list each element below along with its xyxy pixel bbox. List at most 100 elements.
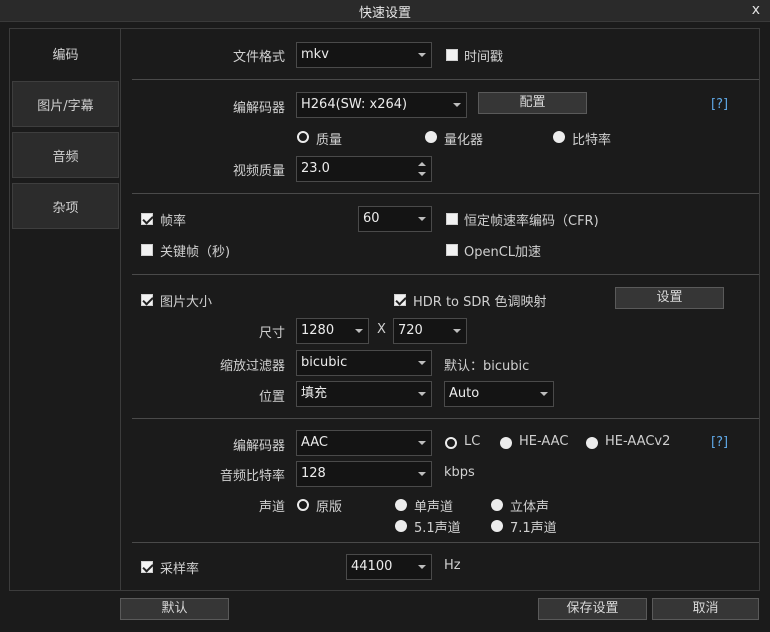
file-format-label: 文件格式 (232, 50, 285, 65)
position-auto-select[interactable]: Auto (444, 381, 554, 407)
chevron-down-icon (418, 472, 426, 476)
video-codec-value: H264(SW: x264) (301, 97, 408, 112)
sidebar-divider (120, 29, 121, 590)
chevron-down-icon (540, 392, 548, 396)
sidebar-item-encoding[interactable]: 编码 (12, 30, 119, 76)
channel-mono-radio[interactable] (395, 499, 407, 511)
mode-quantizer-label: 量化器 (444, 133, 484, 148)
mode-quality-radio[interactable] (297, 131, 309, 143)
save-settings-button[interactable]: 保存设置 (538, 598, 647, 620)
sidebar-item-label: 音频 (52, 149, 79, 165)
framerate-label: 帧率 (160, 214, 187, 229)
scale-filter-default: 默认：bicubic (444, 359, 530, 374)
channel-original-radio[interactable] (297, 499, 309, 511)
video-quality-value: 23.0 (301, 161, 330, 176)
chevron-up-icon[interactable] (418, 162, 426, 166)
scale-filter-value: bicubic (301, 355, 348, 370)
sidebar-item-label: 编码 (52, 47, 79, 63)
divider (132, 274, 759, 275)
chevron-down-icon (453, 103, 461, 107)
chevron-down-icon (418, 361, 426, 365)
channel-7-1-label: 7.1声道 (510, 521, 557, 536)
profile-he-aac-radio[interactable] (500, 437, 512, 449)
mode-bitrate-radio[interactable] (553, 131, 565, 143)
profile-he-aac-label: HE-AAC (519, 434, 569, 449)
samplerate-checkbox[interactable] (141, 561, 153, 573)
framerate-select[interactable]: 60 (358, 206, 432, 232)
channel-stereo-label: 立体声 (510, 500, 550, 515)
profile-lc-radio[interactable] (445, 437, 457, 449)
cfr-label: 恒定帧速率编码（CFR) (464, 214, 599, 229)
window-title: 快速设置 (358, 6, 411, 21)
scale-filter-label: 缩放过滤器 (219, 359, 285, 374)
audio-bitrate-select[interactable]: 128 (296, 461, 432, 487)
audio-codec-label: 编解码器 (232, 439, 285, 454)
channel-label: 声道 (258, 500, 285, 515)
width-select[interactable]: 1280 (296, 318, 369, 344)
scale-filter-select[interactable]: bicubic (296, 350, 432, 376)
channel-5-1-label: 5.1声道 (414, 521, 461, 536)
chevron-down-icon (418, 217, 426, 221)
sidebar-item-label: 图片/字幕 (37, 98, 94, 114)
position-auto-value: Auto (449, 386, 480, 401)
sidebar-item-audio[interactable]: 音频 (12, 132, 119, 178)
channel-7-1-radio[interactable] (491, 520, 503, 532)
chevron-down-icon (418, 441, 426, 445)
channel-original-label: 原版 (316, 500, 343, 515)
height-select[interactable]: 720 (393, 318, 467, 344)
audio-codec-value: AAC (301, 435, 328, 450)
chevron-down-icon (418, 53, 426, 57)
divider (132, 79, 759, 80)
mode-quality-label: 质量 (316, 133, 343, 148)
default-button[interactable]: 默认 (120, 598, 229, 620)
timestamp-label: 时间戳 (464, 50, 504, 65)
profile-he-aacv2-radio[interactable] (586, 437, 598, 449)
framerate-value: 60 (363, 211, 380, 226)
mode-quantizer-radio[interactable] (425, 131, 437, 143)
opencl-label: OpenCL加速 (464, 245, 542, 260)
cfr-checkbox[interactable] (446, 213, 458, 225)
video-quality-label: 视频质量 (232, 164, 285, 179)
timestamp-checkbox[interactable] (446, 49, 458, 61)
audio-bitrate-value: 128 (301, 466, 326, 481)
keyframe-label: 关键帧（秒) (160, 245, 231, 260)
sidebar-item-misc[interactable]: 杂项 (12, 183, 119, 229)
samplerate-unit: Hz (444, 558, 461, 573)
channel-stereo-radio[interactable] (491, 499, 503, 511)
audio-bitrate-label: 音频比特率 (219, 469, 285, 484)
channel-5-1-radio[interactable] (395, 520, 407, 532)
video-codec-label: 编解码器 (232, 101, 285, 116)
framerate-checkbox[interactable] (141, 213, 153, 225)
file-format-value: mkv (301, 47, 329, 62)
file-format-select[interactable]: mkv (296, 42, 432, 68)
position-value: 填充 (301, 386, 328, 401)
mode-bitrate-label: 比特率 (572, 133, 612, 148)
keyframe-checkbox[interactable] (141, 244, 153, 256)
profile-he-aacv2-label: HE-AACv2 (605, 434, 671, 449)
divider (132, 193, 759, 194)
video-codec-select[interactable]: H264(SW: x264) (296, 92, 467, 118)
configure-button[interactable]: 配置 (478, 92, 587, 114)
channel-mono-label: 单声道 (414, 500, 454, 515)
opencl-checkbox[interactable] (446, 244, 458, 256)
width-value: 1280 (301, 323, 335, 338)
cancel-button[interactable]: 取消 (652, 598, 759, 620)
settings-button[interactable]: 设置 (615, 287, 724, 309)
video-help-link[interactable]: [?] (711, 97, 728, 112)
chevron-down-icon (355, 329, 363, 333)
chevron-down-icon (418, 392, 426, 396)
chevron-down-icon (453, 329, 461, 333)
hdr-checkbox[interactable] (394, 294, 406, 306)
sidebar-item-label: 杂项 (52, 200, 79, 216)
audio-codec-select[interactable]: AAC (296, 430, 432, 456)
picture-size-checkbox[interactable] (141, 294, 153, 306)
audio-help-link[interactable]: [?] (711, 435, 728, 450)
samplerate-select[interactable]: 44100 (346, 554, 432, 580)
sidebar-item-picture-subtitle[interactable]: 图片/字幕 (12, 81, 119, 127)
chevron-down-icon[interactable] (418, 172, 426, 176)
position-select[interactable]: 填充 (296, 381, 432, 407)
profile-lc-label: LC (464, 434, 481, 449)
video-quality-spinbox[interactable]: 23.0 (296, 156, 432, 182)
chevron-down-icon (418, 565, 426, 569)
close-icon[interactable]: x (752, 2, 760, 18)
